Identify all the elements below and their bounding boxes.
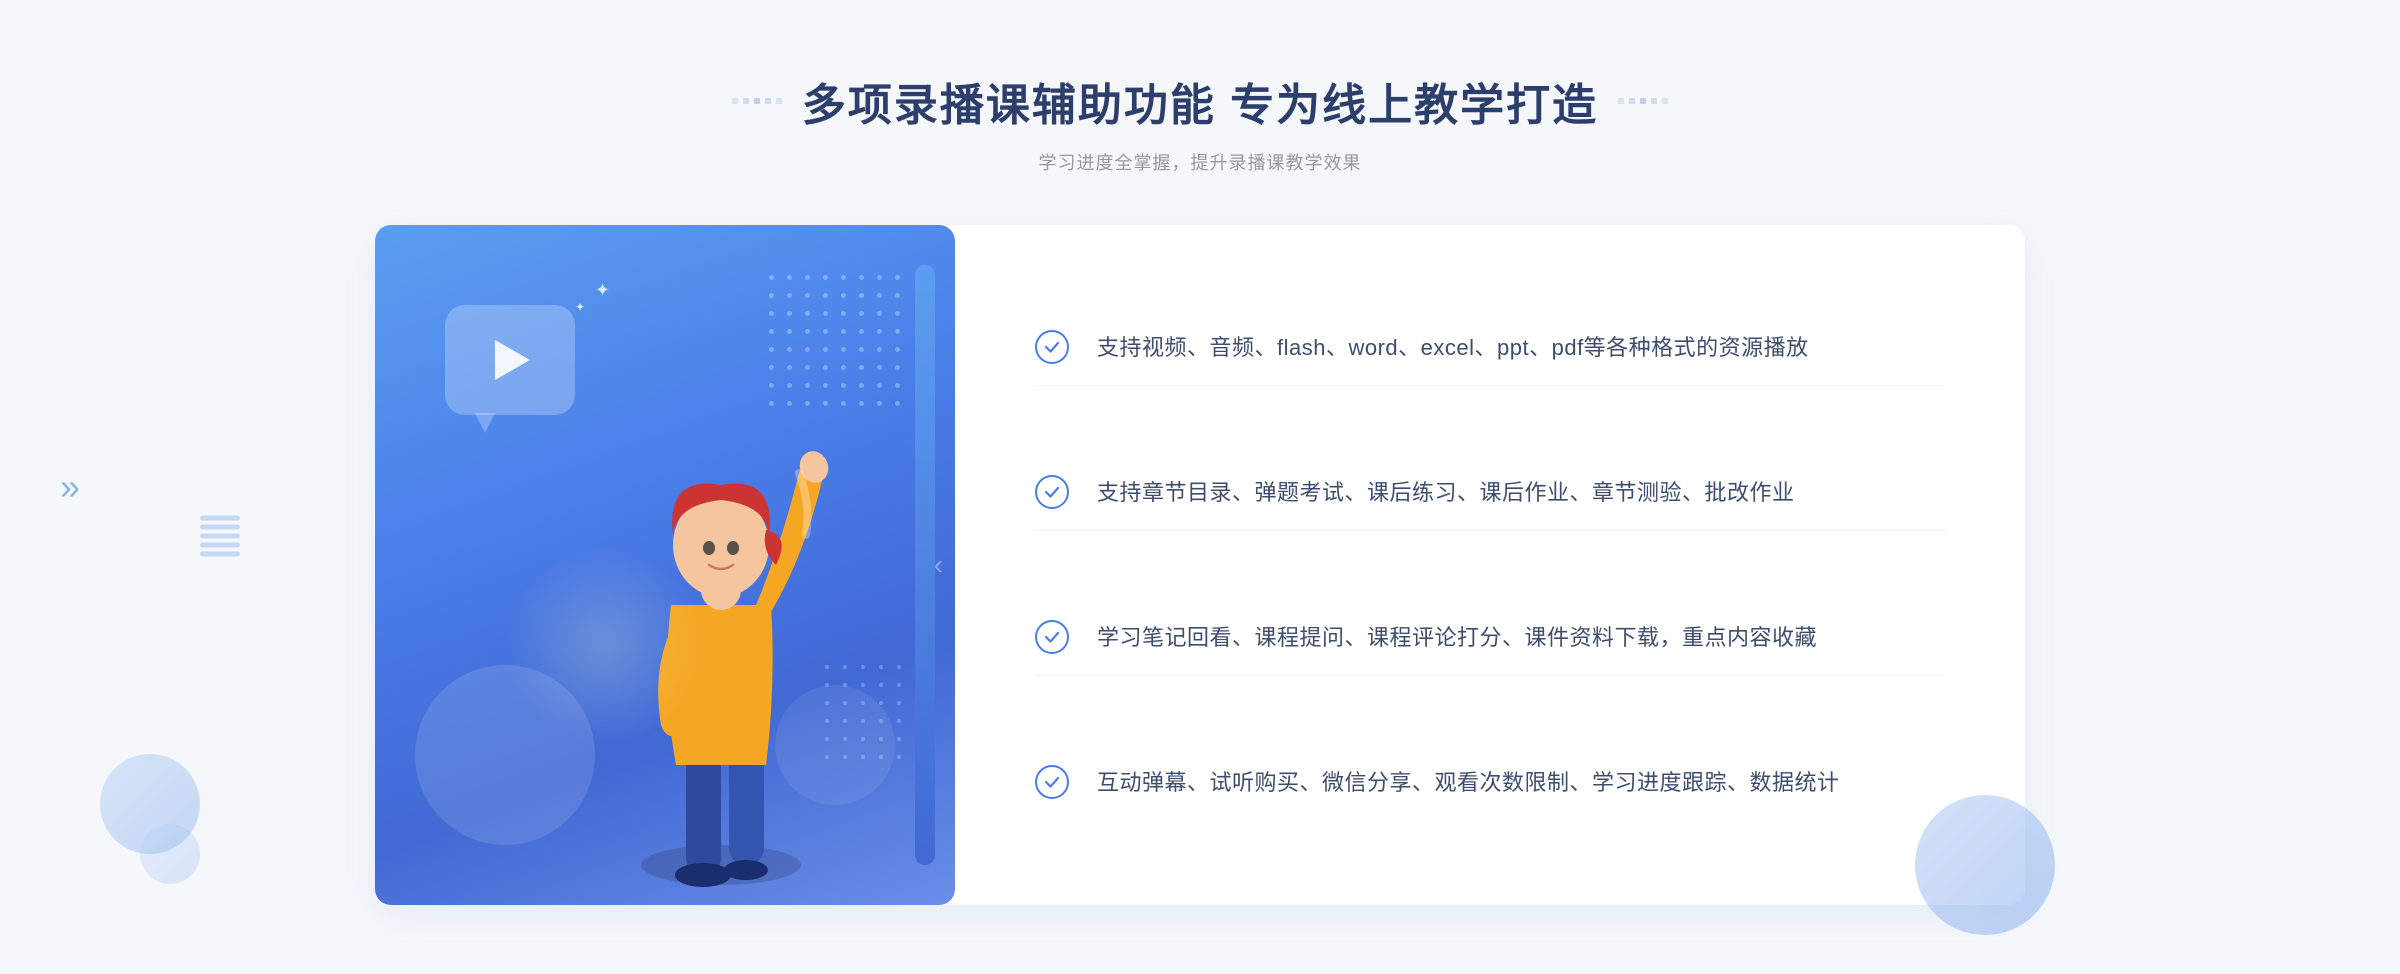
check-circle-1 bbox=[1035, 330, 1069, 364]
left-arrow-decoration: » bbox=[60, 466, 80, 508]
sparkle-2: ✦ bbox=[575, 300, 585, 314]
main-title: 多项录播课辅助功能 专为线上教学打造 bbox=[802, 69, 1598, 133]
features-area: 支持视频、音频、flash、word、excel、ppt、pdf等各种格式的资源… bbox=[955, 225, 2025, 905]
feature-text-4: 互动弹幕、试听购买、微信分享、观看次数限制、学习进度跟踪、数据统计 bbox=[1097, 765, 1840, 800]
left-stripe-decoration bbox=[200, 515, 240, 556]
feature-text-2: 支持章节目录、弹题考试、课后练习、课后作业、章节测验、批改作业 bbox=[1097, 475, 1795, 510]
feature-item-3: 学习笔记回看、课程提问、课程评论打分、课件资料下载，重点内容收藏 bbox=[1035, 600, 1945, 676]
check-circle-3 bbox=[1035, 620, 1069, 654]
feature-item-1: 支持视频、音频、flash、word、excel、ppt、pdf等各种格式的资源… bbox=[1035, 310, 1945, 386]
play-triangle-icon bbox=[495, 340, 530, 380]
blue-strip bbox=[915, 265, 935, 865]
play-bubble bbox=[445, 305, 575, 415]
feature-text-1: 支持视频、音频、flash、word、excel、ppt、pdf等各种格式的资源… bbox=[1097, 330, 1809, 365]
deco-circle-bottom-right bbox=[1915, 795, 2055, 935]
title-decoration-right bbox=[1618, 98, 1668, 104]
sparkle-1: ✦ bbox=[595, 280, 610, 301]
deco-circle-left-small bbox=[140, 824, 200, 884]
check-circle-4 bbox=[1035, 765, 1069, 799]
light-glow bbox=[505, 545, 705, 745]
illus-dots-top bbox=[769, 275, 905, 411]
header-section: 多项录播课辅助功能 专为线上教学打造 学习进度全掌握，提升录播课教学效果 bbox=[0, 69, 2400, 175]
subtitle: 学习进度全掌握，提升录播课教学效果 bbox=[1039, 149, 1362, 175]
feature-item-4: 互动弹幕、试听购买、微信分享、观看次数限制、学习进度跟踪、数据统计 bbox=[1035, 745, 1945, 820]
check-circle-2 bbox=[1035, 475, 1069, 509]
feature-text-3: 学习笔记回看、课程提问、课程评论打分、课件资料下载，重点内容收藏 bbox=[1097, 620, 1817, 655]
illustration-area: ✦ ✦ « bbox=[375, 225, 955, 905]
feature-item-2: 支持章节目录、弹题考试、课后练习、课后作业、章节测验、批改作业 bbox=[1035, 455, 1945, 531]
title-decoration-left bbox=[732, 98, 782, 104]
content-card: ✦ ✦ « bbox=[375, 225, 2025, 905]
title-row: 多项录播课辅助功能 专为线上教学打造 bbox=[732, 69, 1668, 133]
page-wrapper: » 多项录播课辅助功能 专为线上教学打造 学习进度全掌握，提升录播课教学效果 bbox=[0, 0, 2400, 974]
